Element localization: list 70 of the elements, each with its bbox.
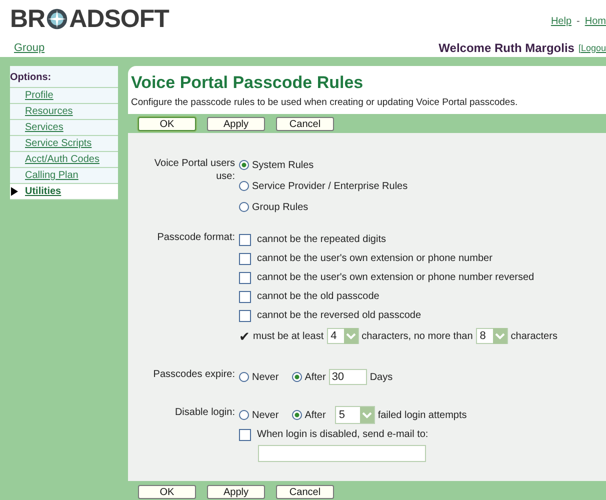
checkbox[interactable] [239, 310, 251, 322]
welcome-text: Welcome Ruth Margolis [438, 40, 574, 54]
unit-label: Days [370, 372, 393, 382]
caret-icon [360, 407, 374, 423]
logout-link[interactable]: [Logou [578, 42, 606, 52]
dropdown[interactable]: 8 [476, 328, 508, 344]
dropdown[interactable]: 4 [326, 328, 359, 344]
option-label: failed login attempts [378, 410, 467, 420]
option-label: Never [252, 372, 279, 382]
radio-button[interactable] [292, 372, 302, 382]
checkbox[interactable] [239, 252, 251, 264]
option-label: After [304, 410, 326, 420]
radio-button[interactable] [239, 160, 249, 170]
days-field[interactable]: 30 [328, 369, 367, 385]
page-description: Configure the passcode rules to be used when creating or updating Voice Portal passcodes. [131, 97, 519, 108]
checkbox[interactable] [239, 272, 251, 284]
action-button[interactable]: OK [138, 485, 196, 499]
checkbox[interactable] [239, 290, 251, 302]
option-label: Never [252, 410, 279, 420]
sidebar-item[interactable]: Services [10, 120, 118, 136]
sidebar-item[interactable]: Calling Plan [10, 168, 118, 184]
option-label: cannot be the old passcode [257, 291, 380, 302]
field-label: Voice Portal users use: [153, 157, 235, 183]
arrow-icon [11, 187, 18, 196]
field-label: Passcode format: [156, 231, 235, 244]
action-button[interactable]: Cancel [276, 117, 334, 131]
option-label: characters [510, 330, 558, 342]
sidebar-item[interactable]: Utilities [10, 184, 118, 200]
field-label: Passcodes expire: [152, 368, 235, 381]
sidebar-item[interactable]: Acct/Auth Codes [10, 152, 118, 168]
radio-button[interactable] [239, 202, 249, 212]
home-link[interactable]: Hom [584, 16, 606, 27]
field-label: Disable login: [174, 406, 235, 419]
caret-icon [344, 328, 358, 344]
checkbox[interactable] [239, 234, 251, 246]
action-button[interactable]: OK [138, 117, 196, 131]
option-label: Service Provider / Enterprise Rules [252, 180, 408, 192]
action-button[interactable]: Apply [207, 117, 265, 131]
separator-text: - [576, 16, 580, 27]
star-logo-icon [46, 8, 68, 30]
radio-button[interactable] [239, 410, 249, 420]
checkbox[interactable] [239, 428, 251, 440]
logo-text: BR [10, 6, 46, 32]
page-title: Voice Portal Passcode Rules [131, 73, 364, 93]
radio-button[interactable] [239, 181, 249, 191]
option-label: After [304, 372, 326, 382]
option-label: characters, no more than [362, 330, 473, 342]
help-link[interactable]: Help [550, 16, 572, 27]
option-label: Group Rules [252, 202, 308, 212]
option-label: When login is disabled, send e-mail to: [257, 429, 428, 440]
option-label: must be at least [253, 330, 324, 342]
email-field[interactable] [258, 445, 426, 462]
check-mark: ✔ [239, 328, 250, 344]
radio-button[interactable] [292, 410, 302, 420]
sidebar-item[interactable]: Resources [10, 104, 118, 120]
caret-icon [492, 328, 507, 344]
options-title: Options: [10, 66, 118, 88]
dropdown[interactable]: 5 [334, 406, 375, 424]
logo-text: ADSOFT [69, 6, 169, 32]
sidebar-item[interactable]: Profile [10, 88, 118, 104]
radio-button[interactable] [239, 372, 249, 382]
group-link[interactable]: Group [14, 42, 45, 54]
option-label: cannot be the user's own extension or phone number reversed [257, 272, 534, 283]
action-button[interactable]: Cancel [276, 485, 334, 499]
option-label: cannot be the user's own extension or phone number [257, 253, 492, 264]
option-label: cannot be the reversed old passcode [257, 310, 421, 321]
action-button[interactable]: Apply [207, 485, 265, 499]
sidebar-item[interactable]: Service Scripts [10, 136, 118, 152]
option-label: cannot be the repeated digits [257, 234, 386, 245]
option-label: System Rules [252, 160, 314, 170]
